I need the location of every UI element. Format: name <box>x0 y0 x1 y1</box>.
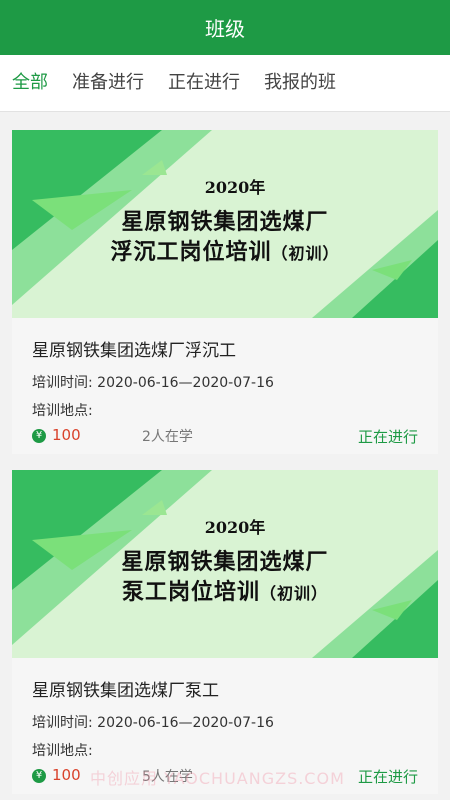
training-time-value: 2020-06-16—2020-07-16 <box>97 715 274 731</box>
tab-all[interactable]: 全部 <box>0 55 60 111</box>
class-banner: 2020年 星原钢铁集团选煤厂 浮沉工岗位培训（初训） <box>12 130 438 318</box>
learner-count: 2人在学 <box>142 429 193 445</box>
banner-line2-main: 浮沉工岗位培训 <box>110 239 272 265</box>
training-place: 培训地点: <box>32 740 93 760</box>
status-badge: 正在进行 <box>357 428 418 446</box>
training-time-label: 培训时间: <box>32 715 93 731</box>
banner-line2-main: 泵工岗位培训 <box>121 579 260 605</box>
banner-year: 2020年 <box>204 178 266 197</box>
training-place-label: 培训地点: <box>32 743 93 759</box>
tab-preparing[interactable]: 准备进行 <box>60 55 156 111</box>
training-time: 培训时间: 2020-06-16—2020-07-16 <box>32 712 274 732</box>
tab-my-classes[interactable]: 我报的班 <box>252 55 348 111</box>
banner-line2-suffix: （初训） <box>260 584 329 603</box>
class-card[interactable]: 2020年 星原钢铁集团选煤厂 浮沉工岗位培训（初训） 星原钢铁集团选煤厂浮沉工… <box>12 130 438 454</box>
class-banner: 2020年 星原钢铁集团选煤厂 泵工岗位培训（初训） <box>12 470 438 658</box>
coin-icon: ¥ <box>32 769 46 783</box>
banner-year: 2020年 <box>204 518 266 537</box>
training-time-label: 培训时间: <box>32 375 93 391</box>
class-price: 100 <box>52 426 81 444</box>
app-header: 班级 <box>0 0 450 55</box>
banner-line2-suffix: （初训） <box>271 244 340 263</box>
class-price: 100 <box>52 766 81 784</box>
watermark: 中创应用 YAOCHUANGZS.COM <box>90 769 345 788</box>
filter-tabs: 全部 准备进行 正在进行 我报的班 <box>0 55 450 112</box>
class-title: 星原钢铁集团选煤厂浮沉工 <box>32 341 236 361</box>
banner-line2: 浮沉工岗位培训（初训） <box>12 234 438 266</box>
training-place-label: 培训地点: <box>32 403 93 419</box>
tab-in-progress[interactable]: 正在进行 <box>156 55 252 111</box>
status-badge: 正在进行 <box>357 768 418 786</box>
class-card[interactable]: 2020年 星原钢铁集团选煤厂 泵工岗位培训（初训） 星原钢铁集团选煤厂泵工 培… <box>12 470 438 794</box>
training-time-value: 2020-06-16—2020-07-16 <box>97 375 274 391</box>
class-footer: ¥ 100 2人在学 正在进行 <box>32 426 418 448</box>
class-info: 星原钢铁集团选煤厂浮沉工 培训时间: 2020-06-16—2020-07-16… <box>12 318 438 454</box>
banner-line1: 星原钢铁集团选煤厂 <box>121 209 329 235</box>
banner-line2: 泵工岗位培训（初训） <box>12 574 438 606</box>
banner-line1: 星原钢铁集团选煤厂 <box>121 549 329 575</box>
training-place: 培训地点: <box>32 400 93 420</box>
training-time: 培训时间: 2020-06-16—2020-07-16 <box>32 372 274 392</box>
coin-icon: ¥ <box>32 429 46 443</box>
class-title: 星原钢铁集团选煤厂泵工 <box>32 681 219 701</box>
page-title: 班级 <box>205 17 245 41</box>
